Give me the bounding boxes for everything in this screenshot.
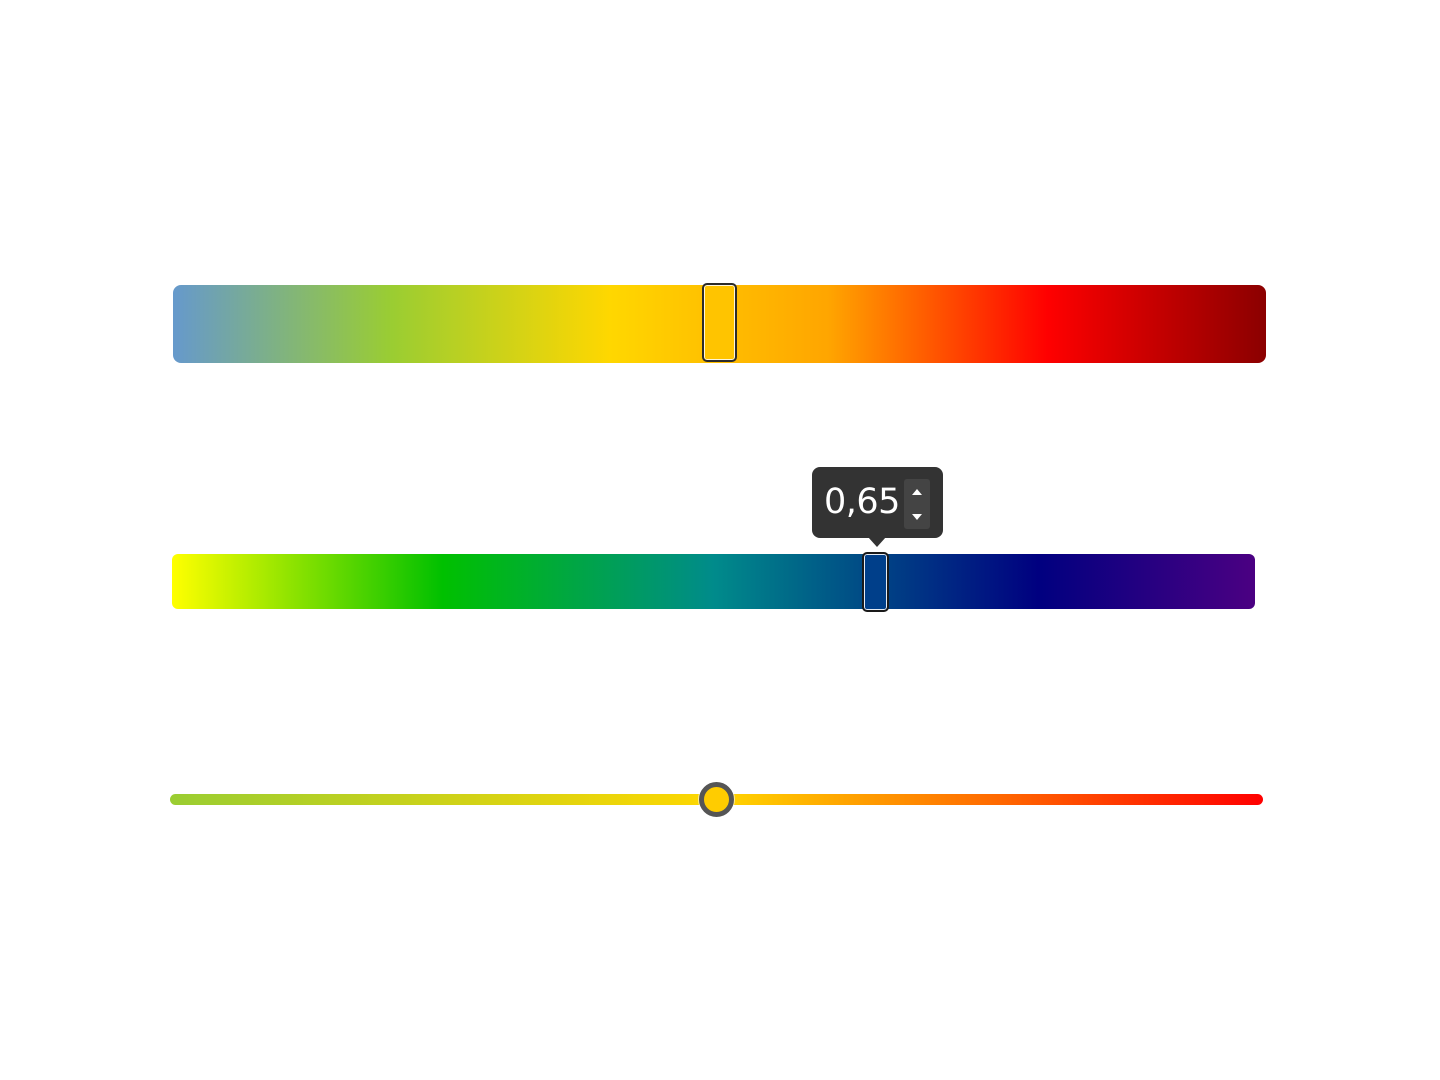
- increment-button[interactable]: [904, 479, 930, 504]
- caret-down-icon: [911, 513, 922, 520]
- decrement-button[interactable]: [904, 504, 930, 529]
- value-tooltip: [811, 467, 943, 547]
- caret-up-icon: [911, 488, 922, 495]
- middle-slider-thumb[interactable]: [861, 552, 889, 612]
- top-gradient-slider-track[interactable]: [173, 283, 1266, 363]
- middle-gradient-slider-track[interactable]: [172, 467, 1255, 612]
- top-slider-thumb[interactable]: [701, 283, 737, 362]
- bottom-gradient-slider-track[interactable]: [170, 782, 1263, 817]
- value-stepper[interactable]: [903, 479, 930, 529]
- value-input[interactable]: [823, 479, 904, 525]
- bottom-slider-thumb[interactable]: [698, 782, 734, 817]
- color-scale-sliders-panel: [0, 0, 1440, 1080]
